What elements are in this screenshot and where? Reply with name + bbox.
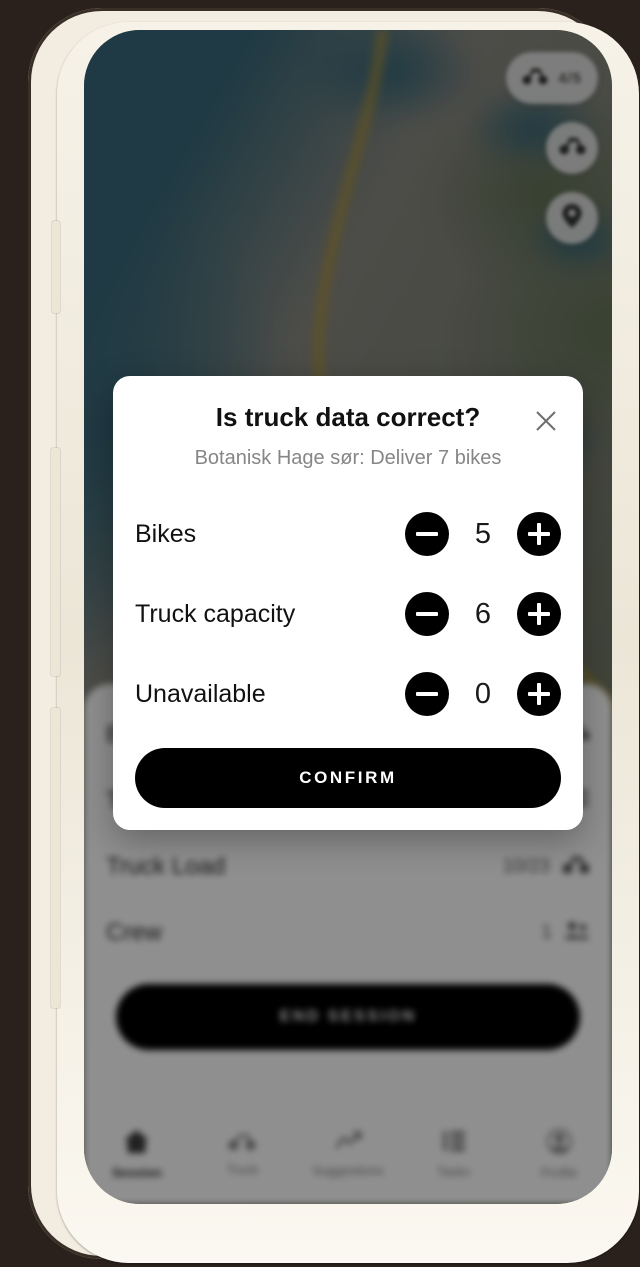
stepper-label: Bikes bbox=[135, 519, 197, 548]
volume-up-button[interactable] bbox=[51, 448, 60, 676]
stepper-label: Unavailable bbox=[135, 679, 266, 708]
decrement-truck-capacity-button[interactable] bbox=[405, 592, 449, 637]
phone-screen: 4/5 Truck Load 10/23 Crew 1 END SESSION … bbox=[84, 30, 612, 1204]
stepper-row-bikes: Bikes 5 bbox=[135, 494, 561, 574]
increment-bikes-button[interactable] bbox=[517, 512, 561, 557]
stepper-value-unavailable: 0 bbox=[474, 677, 492, 710]
dialog-subtitle: Botanisk Hage sør: Deliver 7 bikes bbox=[194, 447, 502, 470]
stepper-label: Truck capacity bbox=[135, 599, 296, 628]
stepper-value-bikes: 5 bbox=[474, 517, 492, 550]
dialog-header: Is truck data correct? bbox=[135, 402, 561, 433]
stepper-list: Bikes 5 Truck capacity 6 Unavailable 0 bbox=[135, 494, 561, 734]
decrement-unavailable-button[interactable] bbox=[405, 672, 449, 717]
silent-switch-button[interactable] bbox=[52, 221, 60, 313]
close-icon[interactable] bbox=[529, 404, 563, 438]
decrement-bikes-button[interactable] bbox=[405, 512, 449, 557]
stepper-row-truck-capacity: Truck capacity 6 bbox=[135, 574, 561, 654]
stepper-row-unavailable: Unavailable 0 bbox=[135, 654, 561, 734]
confirm-button[interactable]: CONFIRM bbox=[135, 748, 561, 809]
volume-down-button[interactable] bbox=[51, 708, 60, 1008]
truck-data-dialog: Is truck data correct? Botanisk Hage sør… bbox=[113, 376, 583, 831]
dialog-title: Is truck data correct? bbox=[215, 402, 481, 432]
stepper-value-truck-capacity: 6 bbox=[474, 597, 492, 630]
phone-device-frame: 4/5 Truck Load 10/23 Crew 1 END SESSION … bbox=[28, 8, 639, 1263]
increment-truck-capacity-button[interactable] bbox=[517, 592, 561, 637]
increment-unavailable-button[interactable] bbox=[517, 672, 561, 717]
